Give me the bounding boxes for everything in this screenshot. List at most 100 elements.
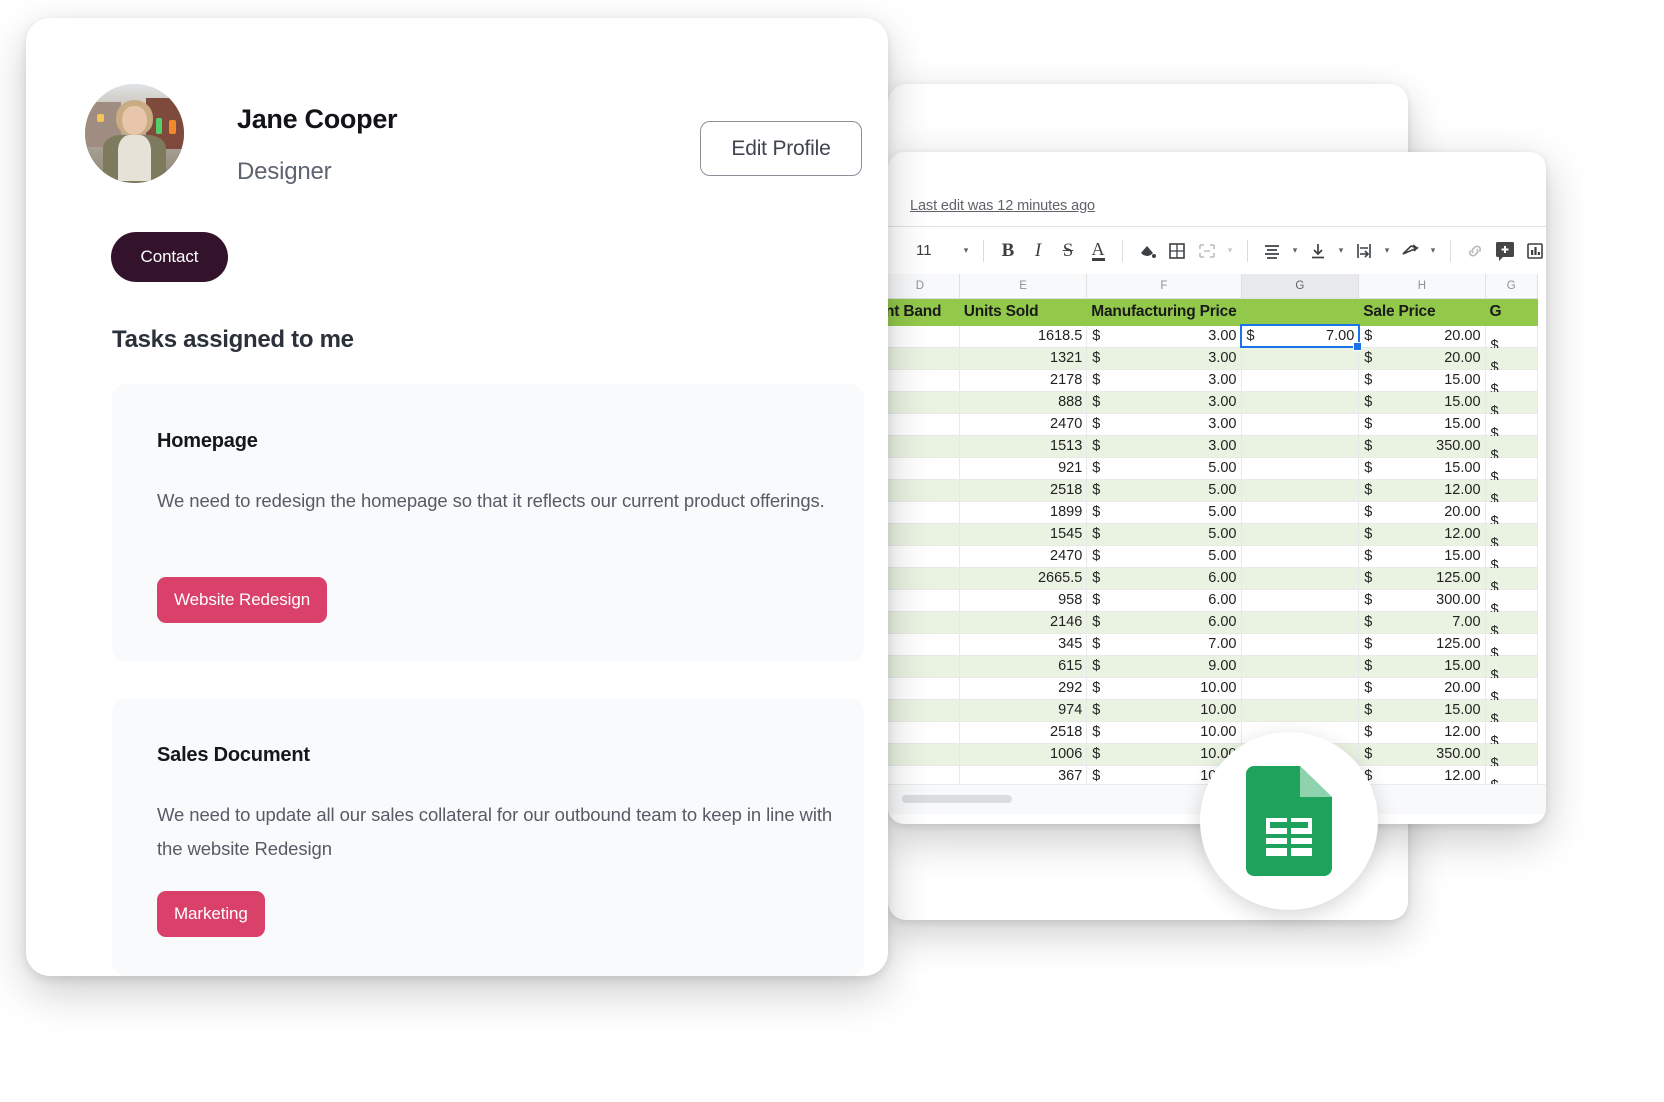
column-header-h[interactable]: H (1358, 274, 1486, 299)
spreadsheet-cell[interactable] (1484, 324, 1539, 358)
spreadsheet-cell[interactable] (1484, 698, 1539, 732)
spreadsheet-cell[interactable] (1240, 588, 1360, 612)
spreadsheet-header-cell[interactable]: Sale Price (1358, 297, 1486, 326)
spreadsheet-cell[interactable] (1484, 654, 1539, 688)
vertical-align-icon[interactable] (1303, 234, 1333, 268)
spreadsheet-header-cell[interactable] (1240, 297, 1360, 326)
horizontal-align-icon[interactable] (1257, 234, 1287, 268)
table-row[interactable]: 2665.56.00 125.00 (888, 566, 1539, 600)
spreadsheet-cell[interactable] (888, 742, 960, 766)
spreadsheet-cell[interactable] (1240, 676, 1360, 700)
spreadsheet-cell[interactable]: 7.00 (1358, 610, 1486, 634)
spreadsheet-cell[interactable]: 615 (958, 654, 1088, 678)
text-color-icon[interactable]: A (1083, 234, 1113, 268)
spreadsheet-cell[interactable] (1484, 588, 1539, 622)
spreadsheet-cell[interactable]: 10.00 (1086, 720, 1242, 744)
spreadsheet-cell[interactable]: 12.00 (1358, 764, 1486, 784)
table-row[interactable]: 251810.00 12.00 (888, 720, 1539, 754)
vertical-align-caret-icon[interactable]: ▾ (1333, 234, 1349, 268)
spreadsheet-cell[interactable] (1240, 566, 1360, 590)
text-wrapping-icon[interactable] (1349, 234, 1379, 268)
spreadsheet-cell[interactable]: 300.00 (1358, 588, 1486, 612)
spreadsheet-cell[interactable]: 3.00 (1086, 434, 1242, 458)
spreadsheet-cell[interactable] (1484, 368, 1539, 402)
text-rotation-icon[interactable] (1395, 234, 1425, 268)
table-row[interactable]: 24703.00 15.00 (888, 412, 1539, 446)
spreadsheet-cell[interactable]: 2518 (958, 478, 1088, 502)
spreadsheet-cell[interactable] (888, 544, 960, 568)
horizontal-align-caret-icon[interactable]: ▾ (1287, 234, 1303, 268)
spreadsheet-cell[interactable] (1240, 456, 1360, 480)
spreadsheet-cell[interactable] (1484, 566, 1539, 600)
spreadsheet-cell[interactable] (1484, 610, 1539, 644)
spreadsheet-cell[interactable]: 20.00 (1358, 324, 1486, 348)
selected-cell[interactable]: 7.00 (1240, 324, 1363, 351)
spreadsheet-cell[interactable]: 367 (958, 764, 1088, 784)
spreadsheet-cell[interactable]: 6.00 (1086, 588, 1242, 612)
spreadsheet-cell[interactable]: 5.00 (1086, 522, 1242, 546)
column-header-g[interactable]: G (1240, 274, 1360, 299)
spreadsheet-cell[interactable] (1484, 676, 1539, 710)
italic-icon[interactable]: I (1023, 234, 1053, 268)
table-row[interactable]: 21783.00 15.00 (888, 368, 1539, 402)
spreadsheet-cell[interactable]: 1618.5 (958, 324, 1088, 348)
spreadsheet-cell[interactable]: 5.00 (1086, 456, 1242, 480)
table-row[interactable]: 15455.00 12.00 (888, 522, 1539, 556)
column-header-e[interactable]: E (958, 274, 1088, 299)
spreadsheet-cell[interactable]: 15.00 (1358, 698, 1486, 722)
spreadsheet-cell[interactable] (1484, 632, 1539, 666)
table-row[interactable]: 13213.00 20.00 (888, 346, 1539, 380)
spreadsheet-cell[interactable] (888, 588, 960, 612)
spreadsheet-cell[interactable]: 10.00 (1086, 698, 1242, 722)
spreadsheet-cell[interactable] (1484, 544, 1539, 578)
spreadsheet-cell[interactable] (888, 478, 960, 502)
spreadsheet-cell[interactable] (1240, 698, 1360, 722)
spreadsheet-cell[interactable]: 3.00 (1086, 368, 1242, 392)
spreadsheet-cell[interactable] (1484, 500, 1539, 534)
spreadsheet-cell[interactable]: 2518 (958, 720, 1088, 744)
task-card-homepage[interactable]: Homepage We need to redesign the homepag… (112, 384, 864, 662)
spreadsheet-cell[interactable]: 3.00 (1086, 346, 1242, 370)
spreadsheet-cell[interactable]: 20.00 (1358, 676, 1486, 700)
spreadsheet-cell[interactable]: 921 (958, 456, 1088, 480)
spreadsheet-cell[interactable]: 2146 (958, 610, 1088, 634)
task-tag-website-redesign[interactable]: Website Redesign (157, 577, 328, 623)
column-header-f[interactable]: F (1086, 274, 1242, 299)
spreadsheet-cell[interactable] (1240, 654, 1360, 678)
spreadsheet-cell[interactable] (1240, 368, 1360, 392)
edit-profile-button[interactable]: Edit Profile (700, 121, 862, 176)
spreadsheet-cell[interactable]: 125.00 (1358, 566, 1486, 590)
merge-caret-icon[interactable]: ▾ (1222, 234, 1238, 268)
text-rotation-caret-icon[interactable]: ▾ (1425, 234, 1441, 268)
task-tag-marketing[interactable]: Marketing (157, 891, 265, 937)
spreadsheet-cell[interactable] (1240, 478, 1360, 502)
spreadsheet-cell[interactable]: 2470 (958, 412, 1088, 436)
spreadsheet-cell[interactable]: 3.00 (1086, 324, 1242, 348)
spreadsheet-cell[interactable]: 1006 (958, 742, 1088, 766)
spreadsheet-header-cell[interactable]: Units Sold (958, 297, 1088, 326)
spreadsheet-cell[interactable]: 2665.5 (958, 566, 1088, 590)
table-row[interactable]: 24705.00 15.00 (888, 544, 1539, 578)
table-row[interactable]: 21466.00 7.00 (888, 610, 1539, 644)
spreadsheet-cell[interactable] (888, 720, 960, 744)
spreadsheet-cell[interactable]: 345 (958, 632, 1088, 656)
spreadsheet-cell[interactable] (1484, 764, 1539, 784)
spreadsheet-cell[interactable]: 15.00 (1358, 456, 1486, 480)
spreadsheet-cell[interactable]: 1513 (958, 434, 1088, 458)
spreadsheet-cell[interactable]: 10.00 (1086, 742, 1242, 766)
spreadsheet-cell[interactable]: 125.00 (1358, 632, 1486, 656)
spreadsheet-cell[interactable] (1484, 456, 1539, 490)
spreadsheet-cell[interactable] (888, 346, 960, 370)
spreadsheet-cell[interactable]: 5.00 (1086, 478, 1242, 502)
spreadsheet-cell[interactable] (888, 764, 960, 784)
table-row[interactable]: 29210.00 20.00 (888, 676, 1539, 710)
spreadsheet-cell[interactable]: 6.00 (1086, 566, 1242, 590)
spreadsheet-cell[interactable]: 1321 (958, 346, 1088, 370)
spreadsheet-cell[interactable]: 888 (958, 390, 1088, 414)
spreadsheet-cell[interactable]: 20.00 (1358, 500, 1486, 524)
spreadsheet-cell[interactable]: 12.00 (1358, 720, 1486, 744)
spreadsheet-cell[interactable]: 3.00 (1086, 412, 1242, 436)
spreadsheet-cell[interactable] (1484, 720, 1539, 754)
table-row[interactable]: 18995.00 20.00 (888, 500, 1539, 534)
text-wrapping-caret-icon[interactable]: ▾ (1379, 234, 1395, 268)
